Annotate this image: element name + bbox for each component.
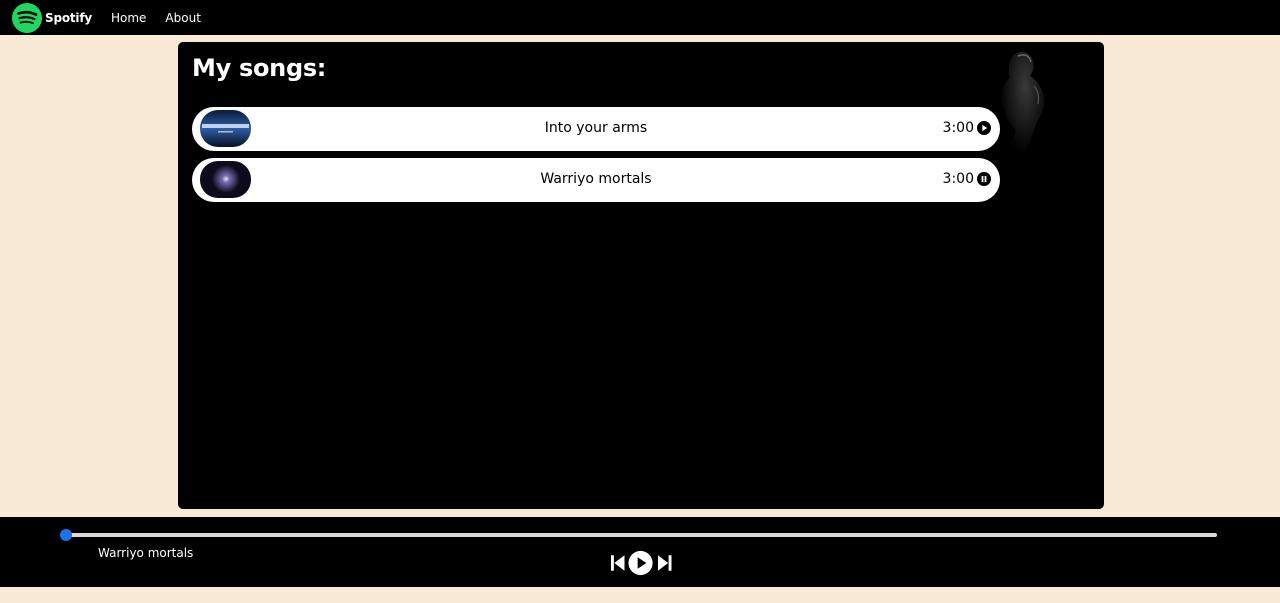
brand[interactable]: Spotify — [12, 0, 92, 35]
top-navbar: Spotify Home About — [0, 0, 1280, 35]
song-title: Warriyo mortals — [540, 171, 652, 187]
song-title: Into your arms — [544, 120, 648, 136]
song-row[interactable]: Into your arms 3:00 — [192, 107, 1000, 151]
nav-link-home[interactable]: Home — [111, 11, 146, 25]
player-bar: Warriyo mortals — [0, 517, 1280, 587]
page-title: My songs: — [192, 54, 327, 82]
progress-thumb[interactable] — [60, 529, 72, 541]
spotify-logo-icon — [12, 2, 42, 33]
song-duration: 3:00 — [942, 171, 974, 187]
song-duration: 3:00 — [942, 120, 974, 136]
playback-controls — [610, 550, 672, 575]
nav-link-about[interactable]: About — [165, 11, 200, 25]
pause-icon[interactable] — [977, 172, 991, 186]
songs-panel: My songs: Into your arms 3:00 Warriyo mo… — [178, 42, 1104, 509]
previous-track-icon[interactable] — [610, 554, 625, 572]
page-footer-strip — [0, 587, 1280, 603]
play-icon[interactable] — [977, 121, 991, 135]
next-track-icon[interactable] — [657, 554, 672, 572]
song-row[interactable]: Warriyo mortals 3:00 — [192, 158, 1000, 202]
now-playing-title: Warriyo mortals — [98, 546, 194, 560]
progress-slider[interactable] — [60, 529, 1217, 541]
play-icon[interactable] — [628, 550, 654, 576]
brand-name: Spotify — [45, 10, 92, 25]
